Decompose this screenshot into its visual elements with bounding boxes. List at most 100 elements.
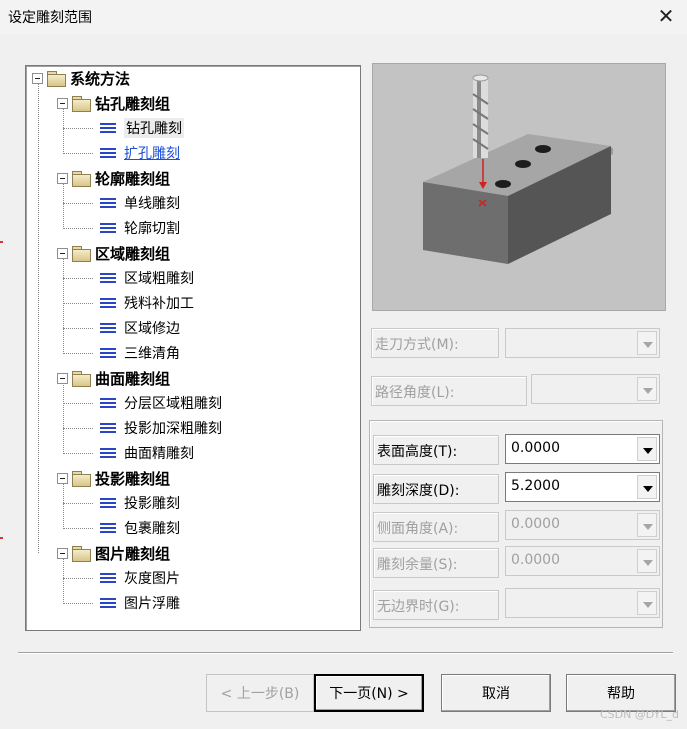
list-icon [100,397,116,410]
carve-allowance-label: 雕刻余量(S): [373,548,499,578]
watermark: CSDN @DYL_d [599,708,679,721]
chevron-down-icon[interactable] [637,437,657,461]
tree-item[interactable]: 包裹雕刻 [100,517,180,539]
tree-guide-line [63,558,64,604]
chevron-down-icon [637,591,657,615]
list-icon [100,297,116,310]
tree-guide-line [38,83,39,553]
previous-button: < 上一步(B) [206,674,314,712]
tree-group[interactable]: 轮廓雕刻组 [57,167,170,189]
list-icon [100,322,116,335]
tree-guide-line [63,278,93,279]
feed-mode-label: 走刀方式(M): [371,328,499,358]
tree-item[interactable]: 灰度图片 [100,567,180,589]
tree-guide-line [63,483,64,529]
tree-item-label: 扩孔雕刻 [124,146,180,162]
tree-item-label: 区域粗雕刻 [124,271,194,287]
list-icon [100,222,116,235]
list-icon [100,522,116,535]
tree-item-label: 曲面精雕刻 [124,446,194,462]
surface-height-combo[interactable]: 0.0000 [505,434,660,464]
collapse-icon[interactable] [57,97,68,109]
tree-group[interactable]: 曲面雕刻组 [57,367,170,389]
folder-icon [72,546,91,562]
tree-guide-line [63,453,93,454]
tree-item[interactable]: 轮廓切割 [100,217,180,239]
tree-root-label: 系统方法 [70,69,131,88]
list-icon [100,572,116,585]
tree-guide-line [63,303,93,304]
tree-item[interactable]: 投影雕刻 [100,492,180,514]
tree-item[interactable]: 图片浮雕 [100,592,180,614]
surface-height-value: 0.0000 [511,440,560,456]
folder-icon [72,371,91,387]
tree-guide-line [63,383,64,454]
collapse-icon[interactable] [57,472,68,484]
next-button[interactable]: 下一页(N) > [314,674,424,712]
tree-guide-line [63,528,93,529]
tree-item[interactable]: 区域粗雕刻 [100,267,194,289]
tree-item[interactable]: 分层区域粗雕刻 [100,392,222,414]
tree-group[interactable]: 钻孔雕刻组 [57,92,170,114]
help-button[interactable]: 帮助 [566,674,676,712]
tree-group[interactable]: 区域雕刻组 [57,242,170,264]
folder-icon [72,471,91,487]
list-icon [100,347,116,360]
close-icon[interactable]: ✕ [655,6,677,28]
collapse-icon[interactable] [57,247,68,259]
tree-item-label: 投影加深粗雕刻 [124,421,222,437]
tree-item-label: 三维清角 [124,346,180,362]
tree-item[interactable]: 投影加深粗雕刻 [100,417,222,439]
tree-item[interactable]: 三维清角 [100,342,180,364]
tree-item[interactable]: 单线雕刻 [100,192,180,214]
chevron-down-icon[interactable] [637,475,657,499]
surface-height-label: 表面高度(T): [373,435,499,465]
side-angle-combo: 0.0000 [505,510,660,540]
tree-group[interactable]: 图片雕刻组 [57,542,170,564]
tree-item-label: 残料补加工 [124,296,194,312]
tree-item-label: 投影雕刻 [124,496,180,512]
engraving-preview-image [372,63,666,311]
list-icon [100,197,116,210]
edge-mark-middle [0,241,3,243]
cancel-button[interactable]: 取消 [441,674,551,712]
window-title: 设定雕刻范围 [8,10,92,26]
tree-group-label: 轮廓雕刻组 [95,169,171,188]
drill-block-illustration [423,74,613,264]
tree-root[interactable]: 系统方法 [32,67,130,89]
tree-group[interactable]: 投影雕刻组 [57,467,170,489]
list-icon [100,497,116,510]
tree-group-label: 钻孔雕刻组 [95,94,171,113]
chevron-down-icon [637,331,657,355]
tree-item[interactable]: 钻孔雕刻 [100,117,184,139]
side-angle-label: 侧面角度(A): [373,512,499,542]
tree-item-label: 单线雕刻 [124,196,180,212]
tree-item[interactable]: 残料补加工 [100,292,194,314]
list-icon [100,122,116,135]
tree-item[interactable]: 扩孔雕刻 [100,142,180,164]
collapse-icon[interactable] [32,72,43,84]
feed-mode-select [505,328,660,358]
list-icon [100,597,116,610]
list-icon [100,447,116,460]
carve-depth-combo[interactable]: 5.2000 [505,472,660,502]
tree-guide-line [63,503,93,504]
tree-item-label: 包裹雕刻 [124,521,180,537]
tree-guide-line [63,578,93,579]
folder-icon [72,96,91,112]
tree-item-label: 图片浮雕 [124,596,180,612]
tree-guide-line [63,203,93,204]
path-angle-select [531,374,660,404]
carve-allowance-combo: 0.0000 [505,546,660,576]
tree-item-label: 灰度图片 [124,571,180,587]
method-tree[interactable]: 系统方法 钻孔雕刻组 钻孔雕刻 扩孔雕刻 轮廓雕刻组 单线雕刻 轮廓切割 区域雕… [25,65,361,631]
folder-icon [72,171,91,187]
tree-item[interactable]: 曲面精雕刻 [100,442,194,464]
collapse-icon[interactable] [57,547,68,559]
tree-item[interactable]: 区域修边 [100,317,180,339]
collapse-icon[interactable] [57,172,68,184]
tree-item-label: 轮廓切割 [124,221,180,237]
tree-guide-line [63,428,93,429]
collapse-icon[interactable] [57,372,68,384]
tree-item-label: 分层区域粗雕刻 [124,396,222,412]
